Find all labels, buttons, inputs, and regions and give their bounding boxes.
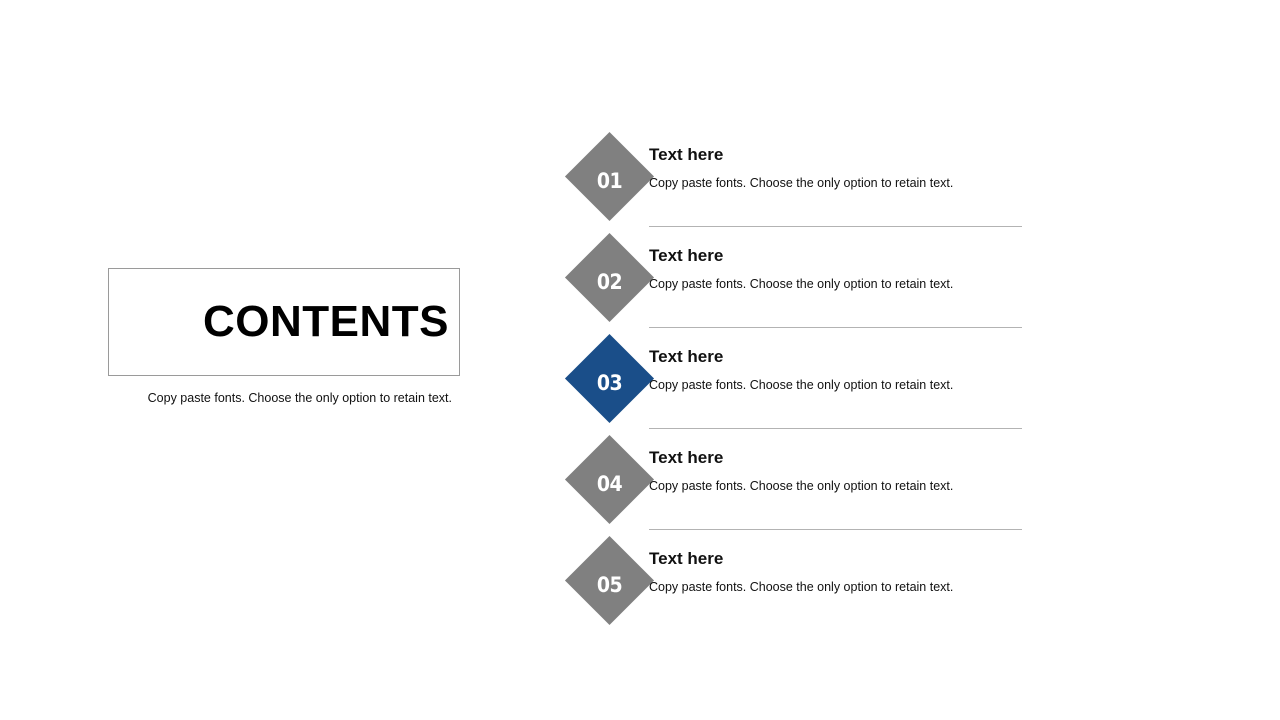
diamond-icon [564, 333, 655, 424]
item-body: Text here Copy paste fonts. Choose the on… [649, 548, 1022, 597]
item-body: Text here Copy paste fonts. Choose the on… [649, 346, 1022, 395]
item-heading: Text here [649, 246, 724, 265]
diamond-icon [564, 131, 655, 222]
diamond-icon [564, 535, 655, 626]
item-divider [649, 529, 1022, 530]
item-body: Text here Copy paste fonts. Choose the on… [649, 245, 1022, 294]
page-title: CONTENTS [203, 297, 449, 346]
item-heading: Text here [649, 347, 724, 366]
item-heading: Text here [649, 448, 724, 467]
contents-list: 01 Text here Copy paste fonts. Choose the … [564, 131, 1022, 633]
item-body: Text here Copy paste fonts. Choose the on… [649, 447, 1022, 496]
slide-canvas: { "left": { "title": "CONTENTS", "subtit… [0, 0, 1280, 720]
diamond-icon [564, 434, 655, 525]
list-item[interactable]: 03 Text here Copy paste fonts. Choose the … [564, 333, 1022, 436]
item-divider [649, 226, 1022, 227]
list-item[interactable]: 01 Text here Copy paste fonts. Choose the … [564, 131, 1022, 234]
item-description: Copy paste fonts. Choose the only option… [649, 176, 954, 191]
item-heading: Text here [649, 549, 724, 568]
item-description: Copy paste fonts. Choose the only option… [649, 378, 954, 393]
list-item[interactable]: 05 Text here Copy paste fonts. Choose the … [564, 535, 1022, 633]
page-subtitle: Copy paste fonts. Choose the only option… [147, 391, 452, 405]
item-body: Text here Copy paste fonts. Choose the on… [649, 144, 1022, 193]
item-description: Copy paste fonts. Choose the only option… [649, 479, 954, 494]
list-item[interactable]: 04 Text here Copy paste fonts. Choose the … [564, 434, 1022, 537]
list-item[interactable]: 02 Text here Copy paste fonts. Choose the … [564, 232, 1022, 335]
diamond-icon [564, 232, 655, 323]
contents-panel: CONTENTS Copy paste fonts. Choose the on… [108, 268, 460, 410]
title-box: CONTENTS [108, 268, 460, 376]
item-divider [649, 428, 1022, 429]
item-description: Copy paste fonts. Choose the only option… [649, 277, 954, 292]
item-description: Copy paste fonts. Choose the only option… [649, 580, 954, 595]
item-divider [649, 327, 1022, 328]
item-heading: Text here [649, 145, 724, 164]
